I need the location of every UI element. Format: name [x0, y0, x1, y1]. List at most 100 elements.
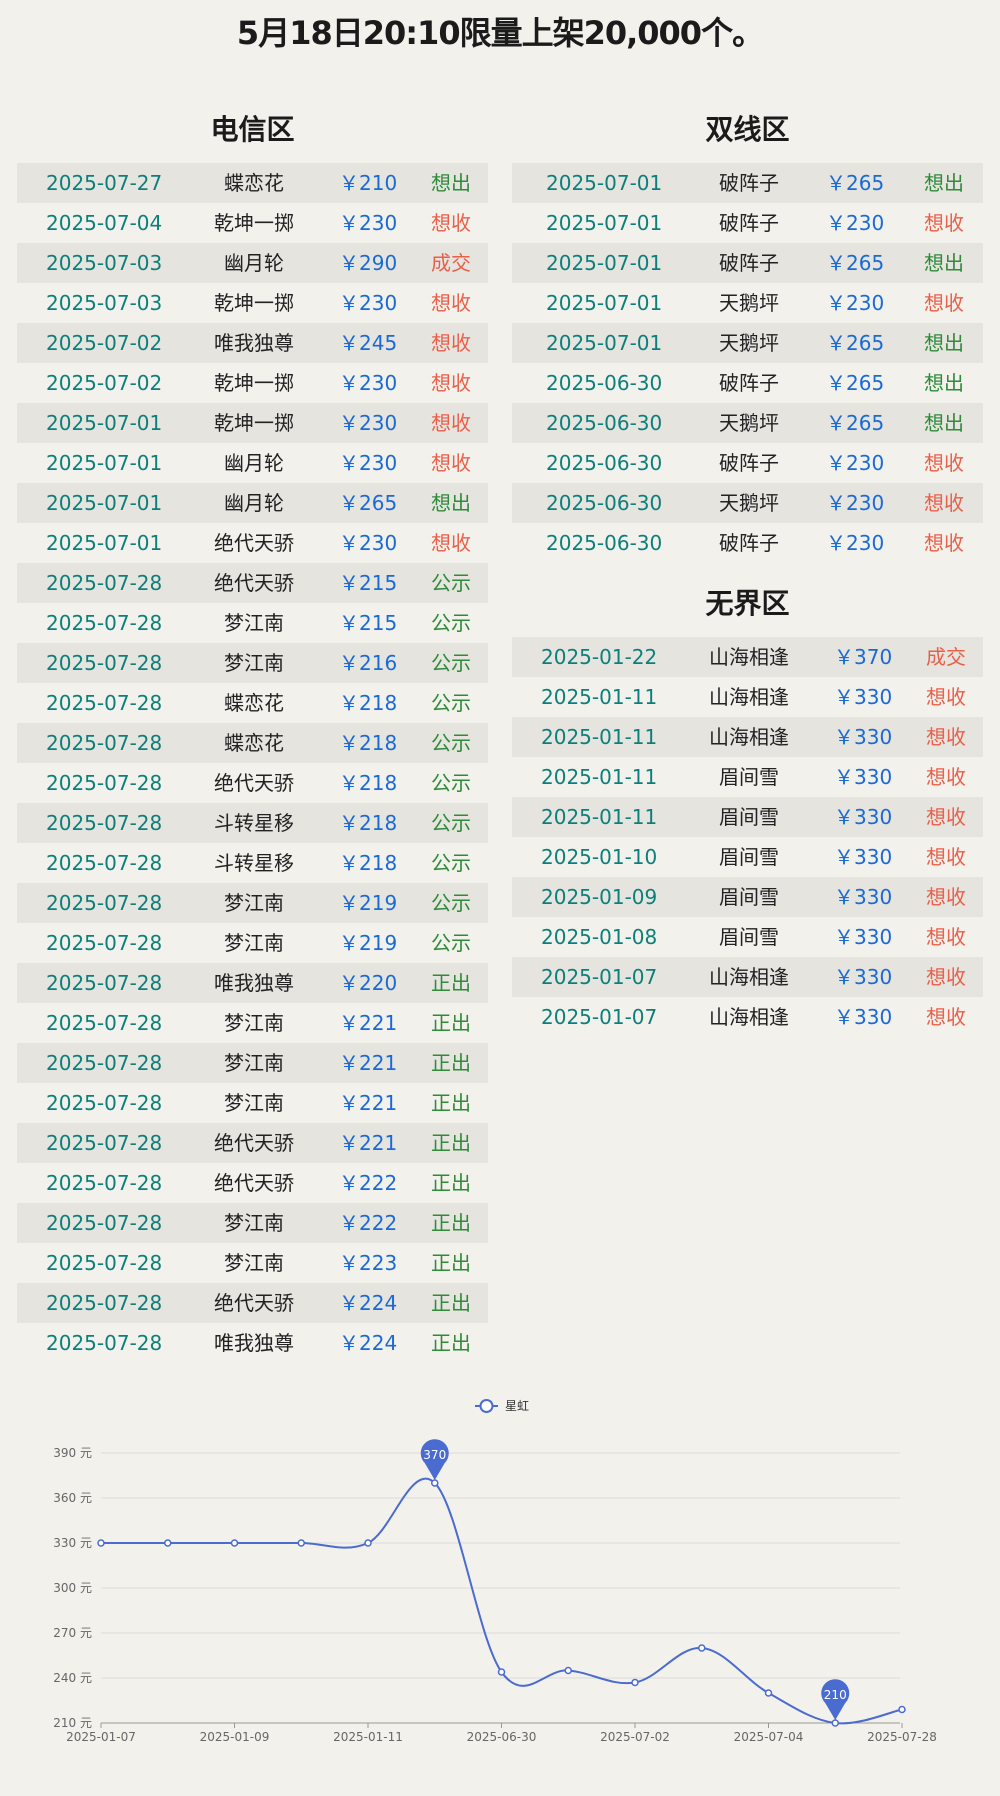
cell-item-name: 唯我独尊 [214, 971, 294, 995]
cell-price: ￥230 [339, 211, 398, 235]
cell-item-name: 眉间雪 [719, 925, 779, 949]
cell-price: ￥265 [826, 171, 885, 195]
cell-date: 2025-01-11 [541, 765, 658, 789]
table-row: 2025-07-02 唯我独尊 ￥245 想收 [17, 323, 488, 363]
data-point [364, 1539, 372, 1547]
cell-item-name: 眉间雪 [719, 805, 779, 829]
cell-date: 2025-07-01 [46, 491, 163, 515]
cell-status: 想收 [431, 331, 471, 355]
table-row: 2025-07-28 梦江南 ￥221 正出 [17, 1083, 488, 1123]
cell-date: 2025-07-01 [546, 331, 663, 355]
cell-item-name: 眉间雪 [719, 845, 779, 869]
cell-price: ￥230 [339, 291, 398, 315]
cell-date: 2025-01-11 [541, 805, 658, 829]
cell-status: 想收 [924, 451, 964, 475]
cell-date: 2025-07-28 [46, 691, 163, 715]
cell-item-name: 梦江南 [224, 931, 284, 955]
cell-item-name: 天鹅坪 [719, 491, 779, 515]
cell-price: ￥221 [339, 1051, 398, 1075]
table-row: 2025-07-01 破阵子 ￥265 想出 [512, 163, 983, 203]
y-tick-label: 270 元 [53, 1626, 92, 1640]
cell-status: 想收 [924, 491, 964, 515]
cell-price: ￥265 [826, 251, 885, 275]
cell-date: 2025-07-01 [46, 411, 163, 435]
table-shuangxian: 2025-07-01 破阵子 ￥265 想出 2025-07-01 破阵子 ￥230 想收 20… [512, 163, 983, 563]
cell-status: 想收 [924, 211, 964, 235]
cell-price: ￥245 [339, 331, 398, 355]
cell-price: ￥224 [339, 1291, 398, 1315]
cell-date: 2025-01-22 [541, 645, 658, 669]
cell-status: 想收 [431, 371, 471, 395]
cell-status: 公示 [431, 691, 471, 715]
cell-price: ￥230 [826, 491, 885, 515]
cell-date: 2025-07-03 [46, 251, 163, 275]
cell-item-name: 梦江南 [224, 611, 284, 635]
data-point [698, 1644, 706, 1652]
cell-date: 2025-07-28 [46, 571, 163, 595]
cell-status: 想收 [431, 531, 471, 555]
table-row: 2025-01-10 眉间雪 ￥330 想收 [512, 837, 983, 877]
cell-price: ￥218 [339, 811, 398, 835]
cell-status: 想出 [431, 491, 471, 515]
cell-date: 2025-06-30 [546, 371, 663, 395]
table-row: 2025-07-28 唯我独尊 ￥224 正出 [17, 1323, 488, 1363]
cell-item-name: 天鹅坪 [719, 411, 779, 435]
table-row: 2025-07-28 梦江南 ￥221 正出 [17, 1043, 488, 1083]
data-point [297, 1539, 305, 1547]
table-row: 2025-01-08 眉间雪 ￥330 想收 [512, 917, 983, 957]
cell-status: 正出 [431, 1051, 471, 1075]
cell-price: ￥221 [339, 1011, 398, 1035]
table-row: 2025-07-28 梦江南 ￥216 公示 [17, 643, 488, 683]
cell-date: 2025-01-11 [541, 725, 658, 749]
cell-date: 2025-07-02 [46, 371, 163, 395]
cell-date: 2025-07-27 [46, 171, 163, 195]
cell-price: ￥330 [834, 925, 893, 949]
cell-price: ￥330 [834, 885, 893, 909]
cell-item-name: 梦江南 [224, 1091, 284, 1115]
table-row: 2025-07-03 乾坤一掷 ￥230 想收 [17, 283, 488, 323]
cell-price: ￥230 [826, 211, 885, 235]
cell-status: 公示 [431, 611, 471, 635]
cell-price: ￥222 [339, 1211, 398, 1235]
cell-price: ￥223 [339, 1251, 398, 1275]
cell-price: ￥218 [339, 731, 398, 755]
x-tick-label: 2025-07-02 [600, 1730, 670, 1744]
cell-price: ￥265 [826, 371, 885, 395]
cell-item-name: 唯我独尊 [214, 331, 294, 355]
cell-status: 正出 [431, 1331, 471, 1355]
x-tick-label: 2025-01-09 [200, 1730, 270, 1744]
cell-date: 2025-07-01 [546, 171, 663, 195]
table-row: 2025-07-03 幽月轮 ￥290 成交 [17, 243, 488, 283]
y-tick-label: 210 元 [53, 1716, 92, 1730]
cell-date: 2025-07-28 [46, 971, 163, 995]
cell-item-name: 梦江南 [224, 891, 284, 915]
table-row: 2025-07-28 斗转星移 ￥218 公示 [17, 803, 488, 843]
table-row: 2025-07-28 梦江南 ￥219 公示 [17, 923, 488, 963]
cell-date: 2025-07-28 [46, 771, 163, 795]
cell-status: 想出 [924, 251, 964, 275]
cell-item-name: 梦江南 [224, 1211, 284, 1235]
cell-item-name: 破阵子 [719, 251, 779, 275]
cell-item-name: 破阵子 [719, 531, 779, 555]
min-marker-label: 210 [824, 1688, 847, 1702]
table-dianxin: 2025-07-27 蝶恋花 ￥210 想出 2025-07-04 乾坤一掷 ￥230 想收 2… [17, 163, 488, 1363]
table-row: 2025-06-30 破阵子 ￥230 想收 [512, 523, 983, 563]
cell-status: 想出 [924, 331, 964, 355]
cell-status: 公示 [431, 811, 471, 835]
cell-status: 正出 [431, 1251, 471, 1275]
table-row: 2025-07-01 破阵子 ￥230 想收 [512, 203, 983, 243]
cell-date: 2025-01-09 [541, 885, 658, 909]
cell-date: 2025-01-11 [541, 685, 658, 709]
cell-status: 想收 [926, 765, 966, 789]
table-row: 2025-06-30 天鹅坪 ￥265 想出 [512, 403, 983, 443]
cell-price: ￥230 [826, 531, 885, 555]
cell-status: 公示 [431, 651, 471, 675]
cell-date: 2025-07-28 [46, 1131, 163, 1155]
cell-item-name: 破阵子 [719, 171, 779, 195]
cell-date: 2025-07-02 [46, 331, 163, 355]
table-row: 2025-07-01 天鹅坪 ￥230 想收 [512, 283, 983, 323]
y-tick-label: 360 元 [53, 1491, 92, 1505]
cell-status: 公示 [431, 731, 471, 755]
table-row: 2025-07-01 幽月轮 ￥230 想收 [17, 443, 488, 483]
cell-price: ￥230 [339, 411, 398, 435]
